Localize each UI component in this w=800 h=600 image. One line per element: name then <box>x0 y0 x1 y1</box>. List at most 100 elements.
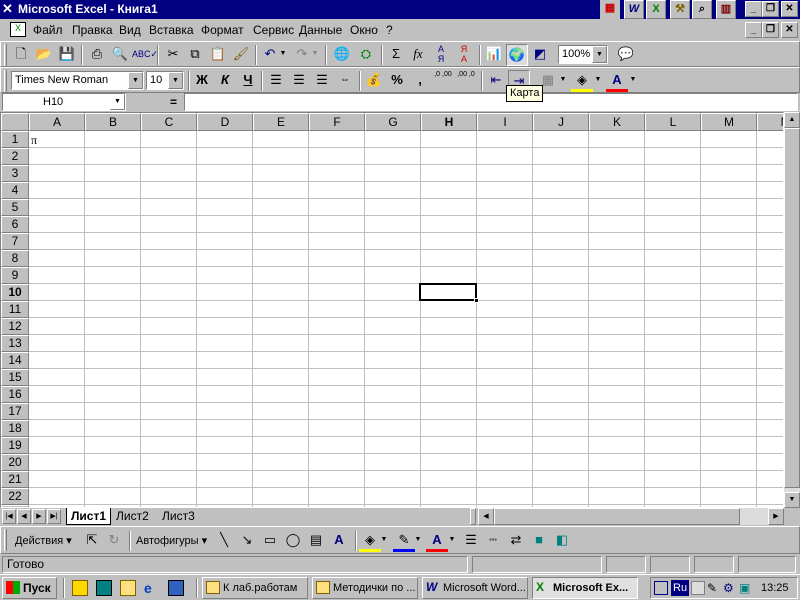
row-header-15[interactable]: 15 <box>1 369 29 386</box>
scroll-up-icon[interactable]: ▲ <box>784 112 800 128</box>
autosum-icon[interactable]: Σ <box>385 44 407 66</box>
column-header-h[interactable]: H <box>421 113 477 131</box>
row-header-19[interactable]: 19 <box>1 437 29 454</box>
column-header-e[interactable]: E <box>253 113 309 131</box>
line-style-icon[interactable]: ☰ <box>460 530 482 552</box>
vertical-scrollbar[interactable]: ▲ ▼ <box>784 112 800 508</box>
find-shortcut-icon[interactable]: ⌕ <box>692 0 712 19</box>
align-center-icon[interactable]: ☰ <box>288 70 310 92</box>
paste-icon[interactable]: 📋 <box>207 44 229 66</box>
menu-tools[interactable]: Сервис <box>253 23 294 37</box>
prev-sheet-icon[interactable]: ◀ <box>17 509 31 524</box>
fill-dropdown-icon[interactable]: ▼ <box>379 530 389 552</box>
column-header-m[interactable]: M <box>701 113 757 131</box>
currency-icon[interactable]: 💰 <box>363 70 385 92</box>
binder-shortcut-icon[interactable]: ▥ <box>716 0 736 19</box>
row-header-8[interactable]: 8 <box>1 250 29 267</box>
scroll-down-icon[interactable]: ▼ <box>784 492 800 508</box>
web-toolbar-icon[interactable]: ⛭ <box>355 44 377 66</box>
fill-handle[interactable] <box>474 298 479 303</box>
function-wizard-icon[interactable]: fx <box>407 44 429 66</box>
start-button[interactable]: Пуск <box>2 577 57 599</box>
merge-center-icon[interactable]: ⇔ <box>334 70 356 92</box>
align-left-icon[interactable]: ☰ <box>265 70 287 92</box>
column-header-c[interactable]: C <box>141 113 197 131</box>
menu-help[interactable]: ? <box>386 23 393 37</box>
print-icon[interactable]: ⎙ <box>86 44 108 66</box>
column-header-i[interactable]: I <box>477 113 533 131</box>
quick-launch-icon-2[interactable] <box>120 580 136 596</box>
borders-dropdown-icon[interactable]: ▼ <box>558 70 568 92</box>
row-header-17[interactable]: 17 <box>1 403 29 420</box>
actions-menu[interactable]: Действия ▾ <box>15 534 72 547</box>
undo-dropdown-icon[interactable]: ▼ <box>278 44 288 66</box>
line-icon[interactable]: ╲ <box>213 530 235 552</box>
menu-insert[interactable]: Вставка <box>149 23 194 37</box>
toolbar-grip[interactable] <box>4 70 7 92</box>
autoshapes-menu[interactable]: Автофигуры ▾ <box>136 534 207 547</box>
scroll-thumb[interactable] <box>784 128 800 488</box>
taskbar-item-excel[interactable]: X Microsoft Ex... <box>532 577 638 599</box>
row-header-18[interactable]: 18 <box>1 420 29 437</box>
font-select[interactable]: Times New Roman ▼ <box>11 71 144 90</box>
line-color-icon[interactable]: ✎ <box>393 530 415 552</box>
copy-icon[interactable]: ⧉ <box>184 44 206 66</box>
italic-button[interactable]: К <box>214 70 236 92</box>
name-box[interactable]: H10 <box>2 93 126 111</box>
spelling-icon[interactable]: ABC✓ <box>132 44 158 66</box>
column-header-b[interactable]: B <box>85 113 141 131</box>
row-header-14[interactable]: 14 <box>1 352 29 369</box>
next-sheet-icon[interactable]: ▶ <box>32 509 46 524</box>
formula-equals-button[interactable]: = <box>170 95 177 109</box>
chevron-down-icon[interactable]: ▼ <box>128 72 143 89</box>
row-header-10[interactable]: 10 <box>1 284 29 301</box>
doc-restore-button[interactable]: ❐ <box>762 22 779 38</box>
font-color-icon[interactable]: A <box>606 70 628 92</box>
row-header-9[interactable]: 9 <box>1 267 29 284</box>
column-header-l[interactable]: L <box>645 113 701 131</box>
underline-button[interactable]: Ч <box>237 70 259 92</box>
ie-icon[interactable]: e <box>144 580 160 596</box>
dash-style-icon[interactable]: ┅ <box>482 530 504 552</box>
toolbar-grip[interactable] <box>4 44 7 66</box>
excel-app-icon[interactable]: ✕ <box>2 2 16 16</box>
first-sheet-icon[interactable]: |◀ <box>2 509 16 524</box>
zoom-select[interactable]: 100% ▼ <box>558 45 608 64</box>
taskbar-item-word[interactable]: W Microsoft Word... <box>422 577 528 599</box>
close-button[interactable]: ✕ <box>781 1 798 17</box>
font-color-dropdown-icon[interactable]: ▼ <box>447 530 457 552</box>
menu-view[interactable]: Вид <box>119 23 141 37</box>
document-icon[interactable]: X <box>10 22 26 37</box>
arrow-icon[interactable]: ↘ <box>236 530 258 552</box>
tools-shortcut-icon[interactable]: ⚒ <box>670 0 690 19</box>
row-header-11[interactable]: 11 <box>1 301 29 318</box>
cut-icon[interactable]: ✂ <box>162 44 184 66</box>
print-preview-icon[interactable]: 🔍 <box>109 44 131 66</box>
align-right-icon[interactable]: ☰ <box>311 70 333 92</box>
line-color-dropdown-icon[interactable]: ▼ <box>413 530 423 552</box>
row-header-6[interactable]: 6 <box>1 216 29 233</box>
column-header-d[interactable]: D <box>197 113 253 131</box>
sheet-tab-1[interactable]: Лист1 <box>66 508 112 525</box>
scroll-right-icon[interactable]: ▶ <box>768 508 784 525</box>
row-header-22[interactable]: 22 <box>1 488 29 505</box>
formula-input[interactable] <box>184 93 798 111</box>
sheet-tab-3[interactable]: Лист3 <box>158 508 199 525</box>
row-header-5[interactable]: 5 <box>1 199 29 216</box>
sort-descending-icon[interactable]: ЯА <box>453 44 475 66</box>
row-header-7[interactable]: 7 <box>1 233 29 250</box>
row-header-13[interactable]: 13 <box>1 335 29 352</box>
sort-ascending-icon[interactable]: АЯ <box>430 44 452 66</box>
column-header-f[interactable]: F <box>309 113 365 131</box>
fill-color-icon[interactable]: ◈ <box>359 530 381 552</box>
save-icon[interactable]: 💾 <box>56 44 78 66</box>
open-folder-icon[interactable]: 📂 <box>33 44 55 66</box>
doc-minimize-button[interactable]: _ <box>745 22 762 38</box>
excel-shortcut-icon[interactable]: X <box>646 0 666 19</box>
map-icon[interactable]: 🌍 <box>506 44 528 66</box>
menu-file[interactable]: Файл <box>33 23 63 37</box>
menu-window[interactable]: Окно <box>350 23 378 37</box>
free-rotate-icon[interactable]: ↻ <box>103 530 125 552</box>
decrease-decimal-button[interactable]: ,00 ,0 <box>455 70 477 92</box>
quick-launch-icon[interactable] <box>72 580 88 596</box>
